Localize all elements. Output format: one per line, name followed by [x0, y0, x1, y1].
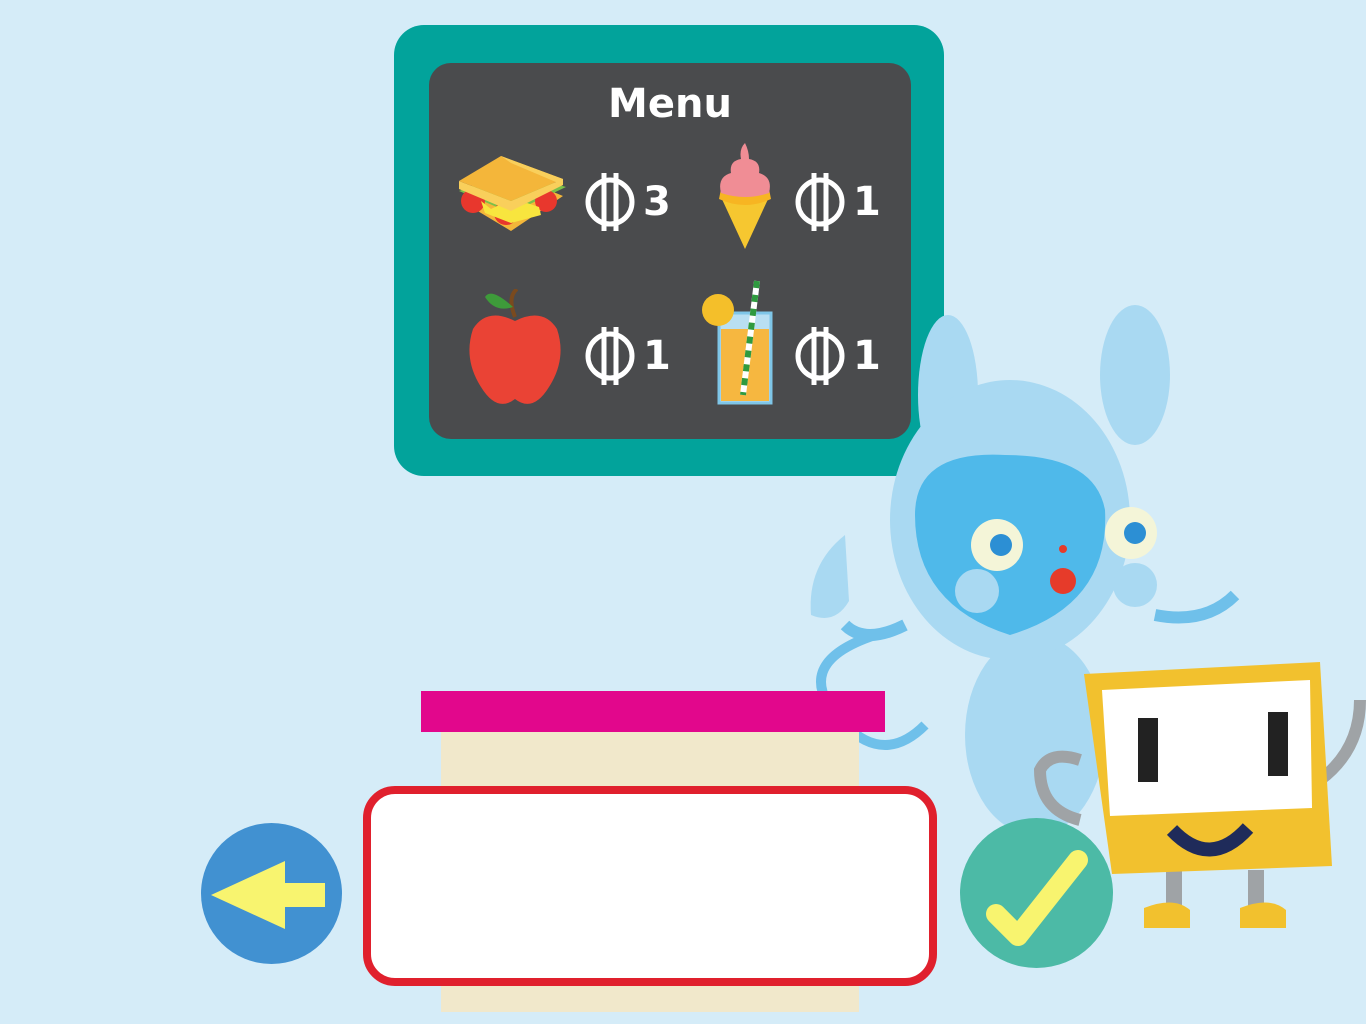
- sandwich-price: 3: [583, 171, 671, 233]
- coin-currency-icon: [585, 327, 635, 385]
- sandwich-icon: [459, 156, 566, 231]
- ice-cream-price: 1: [793, 171, 881, 233]
- checkmark-icon: [986, 850, 1088, 946]
- coin-currency-icon: [585, 173, 635, 231]
- ice-cream-price-value: 1: [853, 179, 881, 225]
- apple-icon: [469, 289, 561, 404]
- answer-value: [371, 794, 929, 978]
- arrow-left-icon: [211, 861, 325, 929]
- check-button[interactable]: [960, 818, 1113, 968]
- apple-price: 1: [583, 325, 671, 387]
- coin-currency-icon: [795, 173, 845, 231]
- counter-top-bar: [421, 691, 885, 732]
- menu-title: Menu: [608, 81, 732, 127]
- answer-input-box[interactable]: [363, 786, 937, 986]
- back-button[interactable]: [201, 823, 342, 964]
- juice-icon: [702, 280, 773, 405]
- ice-cream-icon: [719, 143, 771, 249]
- apple-price-value: 1: [643, 333, 671, 379]
- sandwich-price-value: 3: [643, 179, 671, 225]
